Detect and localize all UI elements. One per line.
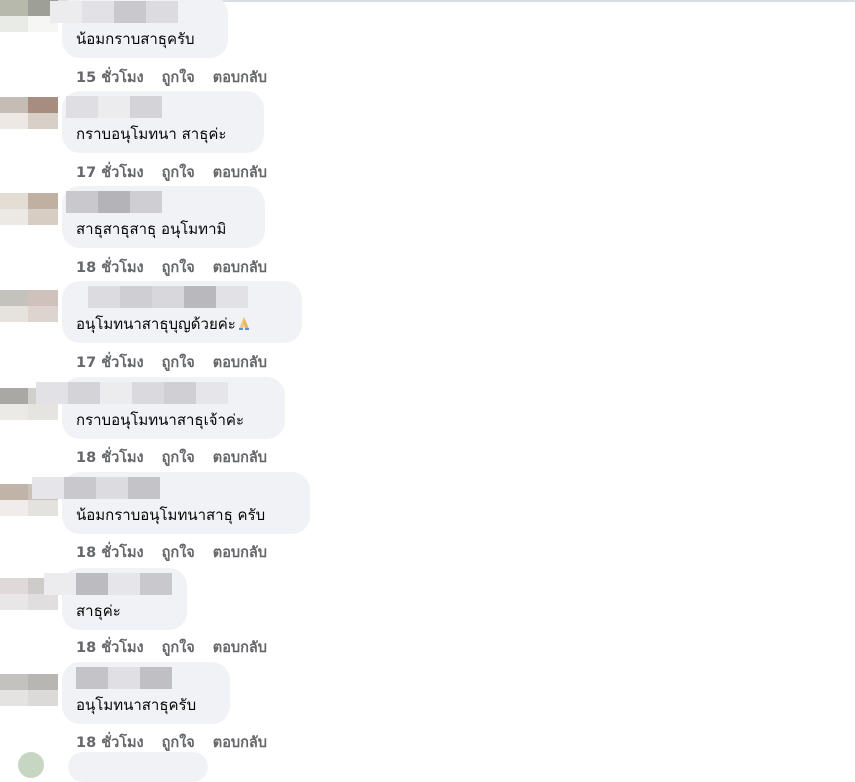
comment-bubble: กราบอนุโมทนาสาธุเจ้าค่ะ xyxy=(36,377,285,439)
commenter-name-blurred[interactable] xyxy=(66,191,162,213)
comment-timestamp[interactable]: 17 ชั่วโมง xyxy=(76,161,144,184)
reply-button[interactable]: ตอบกลับ xyxy=(213,161,267,184)
avatar[interactable] xyxy=(0,290,58,322)
comment-timestamp[interactable]: 18 ชั่วโมง xyxy=(76,256,144,279)
like-button[interactable]: ถูกใจ xyxy=(162,446,195,469)
avatar[interactable] xyxy=(0,193,58,225)
like-button[interactable]: ถูกใจ xyxy=(162,731,195,754)
reply-button[interactable]: ตอบกลับ xyxy=(213,351,267,374)
reply-button[interactable]: ตอบกลับ xyxy=(213,256,267,279)
comment-text: อนุโมทนาสาธุครับ xyxy=(76,696,197,714)
comment-timestamp[interactable]: 17 ชั่วโมง xyxy=(76,351,144,374)
comment-timestamp[interactable]: 15 ชั่วโมง xyxy=(76,66,144,89)
comment-actions: 18 ชั่วโมง ถูกใจ ตอบกลับ xyxy=(76,636,267,659)
comment-actions: 18 ชั่วโมง ถูกใจ ตอบกลับ xyxy=(76,446,267,469)
avatar[interactable] xyxy=(18,752,44,778)
reply-button[interactable]: ตอบกลับ xyxy=(213,446,267,469)
commenter-name-blurred[interactable] xyxy=(88,286,248,308)
folded-hands-icon xyxy=(238,317,249,330)
comment-timestamp[interactable]: 18 ชั่วโมง xyxy=(76,731,144,754)
commenter-name-blurred[interactable] xyxy=(32,477,160,499)
comment-timestamp[interactable]: 18 ชั่วโมง xyxy=(76,446,144,469)
like-button[interactable]: ถูกใจ xyxy=(162,351,195,374)
comment-bubble: กราบอนุโมทนา สาธุค่ะ xyxy=(62,91,264,153)
comment-timestamp[interactable]: 18 ชั่วโมง xyxy=(76,541,144,564)
comment-bubble: อนุโมทนาสาธุครับ xyxy=(62,662,230,724)
comment-actions: 18 ชั่วโมง ถูกใจ ตอบกลับ xyxy=(76,731,267,754)
comment-timestamp[interactable]: 18 ชั่วโมง xyxy=(76,636,144,659)
comment-text: น้อมกราบสาธุครับ xyxy=(76,30,195,48)
comment-bubble: อนุโมทนาสาธุบุญด้วยค่ะ xyxy=(62,281,302,343)
comment-text-label: อนุโมทนาสาธุบุญด้วยค่ะ xyxy=(76,315,236,333)
like-button[interactable]: ถูกใจ xyxy=(162,256,195,279)
comment-actions: 17 ชั่วโมง ถูกใจ ตอบกลับ xyxy=(76,161,267,184)
comment-text: น้อมกราบอนุโมทนาสาธุ ครับ xyxy=(76,506,266,524)
comment-actions: 17 ชั่วโมง ถูกใจ ตอบกลับ xyxy=(76,351,267,374)
reply-button[interactable]: ตอบกลับ xyxy=(213,731,267,754)
comment-text: สาธุสาธุสาธุ อนุโมทามิ xyxy=(76,220,227,238)
like-button[interactable]: ถูกใจ xyxy=(162,541,195,564)
reply-button[interactable]: ตอบกลับ xyxy=(213,636,267,659)
like-button[interactable]: ถูกใจ xyxy=(162,636,195,659)
like-button[interactable]: ถูกใจ xyxy=(162,161,195,184)
commenter-name-blurred[interactable] xyxy=(36,382,228,404)
comment-text: อนุโมทนาสาธุบุญด้วยค่ะ xyxy=(76,315,252,333)
commenter-name-blurred[interactable] xyxy=(44,573,172,595)
comment-bubble: สาธุสาธุสาธุ อนุโมทามิ xyxy=(62,186,265,248)
comment-text: กราบอนุโมทนา สาธุค่ะ xyxy=(76,125,227,143)
comment-text: สาธุค่ะ xyxy=(76,602,121,620)
comment-actions: 18 ชั่วโมง ถูกใจ ตอบกลับ xyxy=(76,256,267,279)
avatar[interactable] xyxy=(0,97,58,129)
comment-bubble: สาธุค่ะ xyxy=(44,568,187,630)
comment-text: กราบอนุโมทนาสาธุเจ้าค่ะ xyxy=(76,411,245,429)
reply-button[interactable]: ตอบกลับ xyxy=(213,541,267,564)
comment-bubble: น้อมกราบสาธุครับ xyxy=(50,0,228,58)
comment-bubble: น้อมกราบอนุโมทนาสาธุ ครับ xyxy=(32,472,310,534)
commenter-name-blurred[interactable] xyxy=(50,1,178,23)
comment-bubble xyxy=(68,752,208,782)
commenter-name-blurred[interactable] xyxy=(76,667,172,689)
like-button[interactable]: ถูกใจ xyxy=(162,66,195,89)
comment-actions: 15 ชั่วโมง ถูกใจ ตอบกลับ xyxy=(76,66,267,89)
commenter-name-blurred[interactable] xyxy=(66,96,162,118)
comment-actions: 18 ชั่วโมง ถูกใจ ตอบกลับ xyxy=(76,541,267,564)
reply-button[interactable]: ตอบกลับ xyxy=(213,66,267,89)
avatar[interactable] xyxy=(0,674,58,706)
